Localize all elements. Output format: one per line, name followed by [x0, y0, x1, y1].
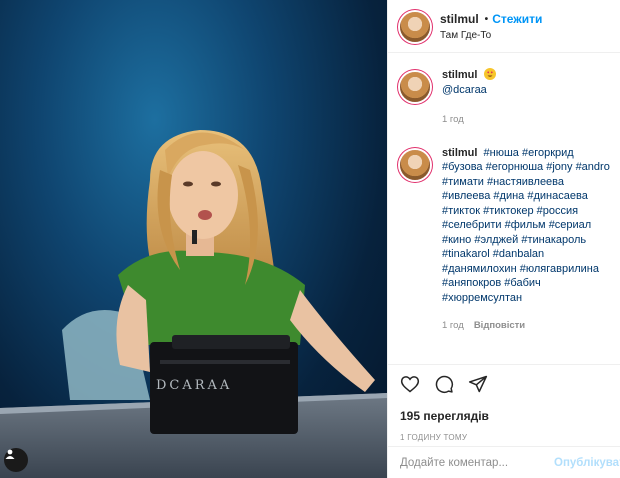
instagram-post: DCARAA stilmul • Стежити Там Где-То stil…: [0, 0, 620, 478]
hashtag-link[interactable]: #andro: [576, 161, 610, 173]
tagged-users-button[interactable]: [4, 448, 28, 472]
hashtag-link[interactable]: #tinakarol: [442, 248, 490, 260]
list-item: stilmul @dcaraa 1 год: [400, 68, 620, 128]
hashtag-link[interactable]: #тиктокер: [483, 205, 533, 217]
location-link[interactable]: Там Где-То: [440, 30, 542, 41]
hashtag-link[interactable]: #егоркрид: [522, 147, 574, 159]
hashtag-link[interactable]: #сериал: [549, 219, 592, 231]
add-comment-bar: Опублікувати: [388, 446, 620, 478]
hashtag-link[interactable]: #фильм: [505, 219, 546, 231]
comment-icon[interactable]: [434, 374, 454, 394]
mention-link[interactable]: @dcaraa: [442, 84, 487, 96]
avatar[interactable]: [400, 149, 430, 180]
header-username[interactable]: stilmul: [440, 12, 479, 26]
hashtag-link[interactable]: #егорнюша: [486, 161, 544, 173]
list-item: stilmul #нюша #егоркрид #бузова #егорнюш…: [400, 146, 620, 334]
heart-eyes-emoji-icon: [483, 68, 496, 80]
hashtag-link[interactable]: #кино: [442, 234, 471, 246]
hashtag-link[interactable]: #юлягаврилина: [520, 263, 599, 275]
hashtag-link[interactable]: #настяивлеева: [487, 176, 564, 188]
comment-time[interactable]: 1 год: [442, 319, 464, 334]
post-sidebar: stilmul • Стежити Там Где-То stilmul @dc…: [387, 0, 620, 478]
post-comment-button[interactable]: Опублікувати: [554, 457, 620, 469]
hashtag-link[interactable]: #хюрремсултан: [442, 292, 522, 304]
heart-icon[interactable]: [400, 374, 420, 394]
video-watermark: DCARAA: [156, 378, 233, 393]
hashtag-link[interactable]: #ивлеева: [442, 190, 490, 202]
hashtag-link[interactable]: #тимати: [442, 176, 484, 188]
hashtag-link[interactable]: #тинакароль: [521, 234, 586, 246]
hashtag-link[interactable]: #бабич: [504, 277, 540, 289]
views-count[interactable]: 195 переглядів: [400, 409, 609, 423]
follow-button[interactable]: Стежити: [492, 12, 542, 26]
hashtag-link[interactable]: #аняпокров: [442, 277, 501, 289]
post-actions: 195 переглядів 1 ГОДИНУ ТОМУ: [388, 364, 620, 442]
hashtag-link[interactable]: #динасаева: [527, 190, 587, 202]
hashtag-link[interactable]: #россия: [537, 205, 578, 217]
hashtag-link[interactable]: #данямилохин: [442, 263, 517, 275]
hashtag-link[interactable]: #селебрити: [442, 219, 502, 231]
hashtag-link[interactable]: #jony: [546, 161, 572, 173]
avatar[interactable]: [400, 72, 430, 102]
avatar[interactable]: [400, 12, 430, 42]
video-frame: [0, 130, 387, 478]
separator-dot: •: [484, 13, 489, 25]
post-timestamp[interactable]: 1 ГОДИНУ ТОМУ: [400, 433, 609, 442]
comment-username[interactable]: stilmul: [442, 147, 477, 159]
post-video[interactable]: DCARAA: [0, 0, 387, 478]
post-header: stilmul • Стежити Там Где-То: [388, 0, 620, 53]
hashtag-link[interactable]: #тикток: [442, 205, 480, 217]
hashtag-link[interactable]: #дина: [493, 190, 524, 202]
comment-time[interactable]: 1 год: [442, 113, 464, 128]
comment-username[interactable]: stilmul: [442, 69, 477, 81]
comments-list: stilmul @dcaraa 1 год stilmul #нюша #его…: [388, 54, 620, 364]
comment-input[interactable]: [400, 456, 554, 469]
hashtag-link[interactable]: #бузова: [442, 161, 483, 173]
hashtag-link[interactable]: #danbalan: [493, 248, 544, 260]
user-icon: [5, 449, 15, 459]
hashtag-link[interactable]: #элджей: [474, 234, 518, 246]
hashtag-link[interactable]: #нюша: [484, 147, 519, 159]
share-icon[interactable]: [468, 374, 488, 394]
reply-button[interactable]: Відповісти: [474, 319, 525, 334]
